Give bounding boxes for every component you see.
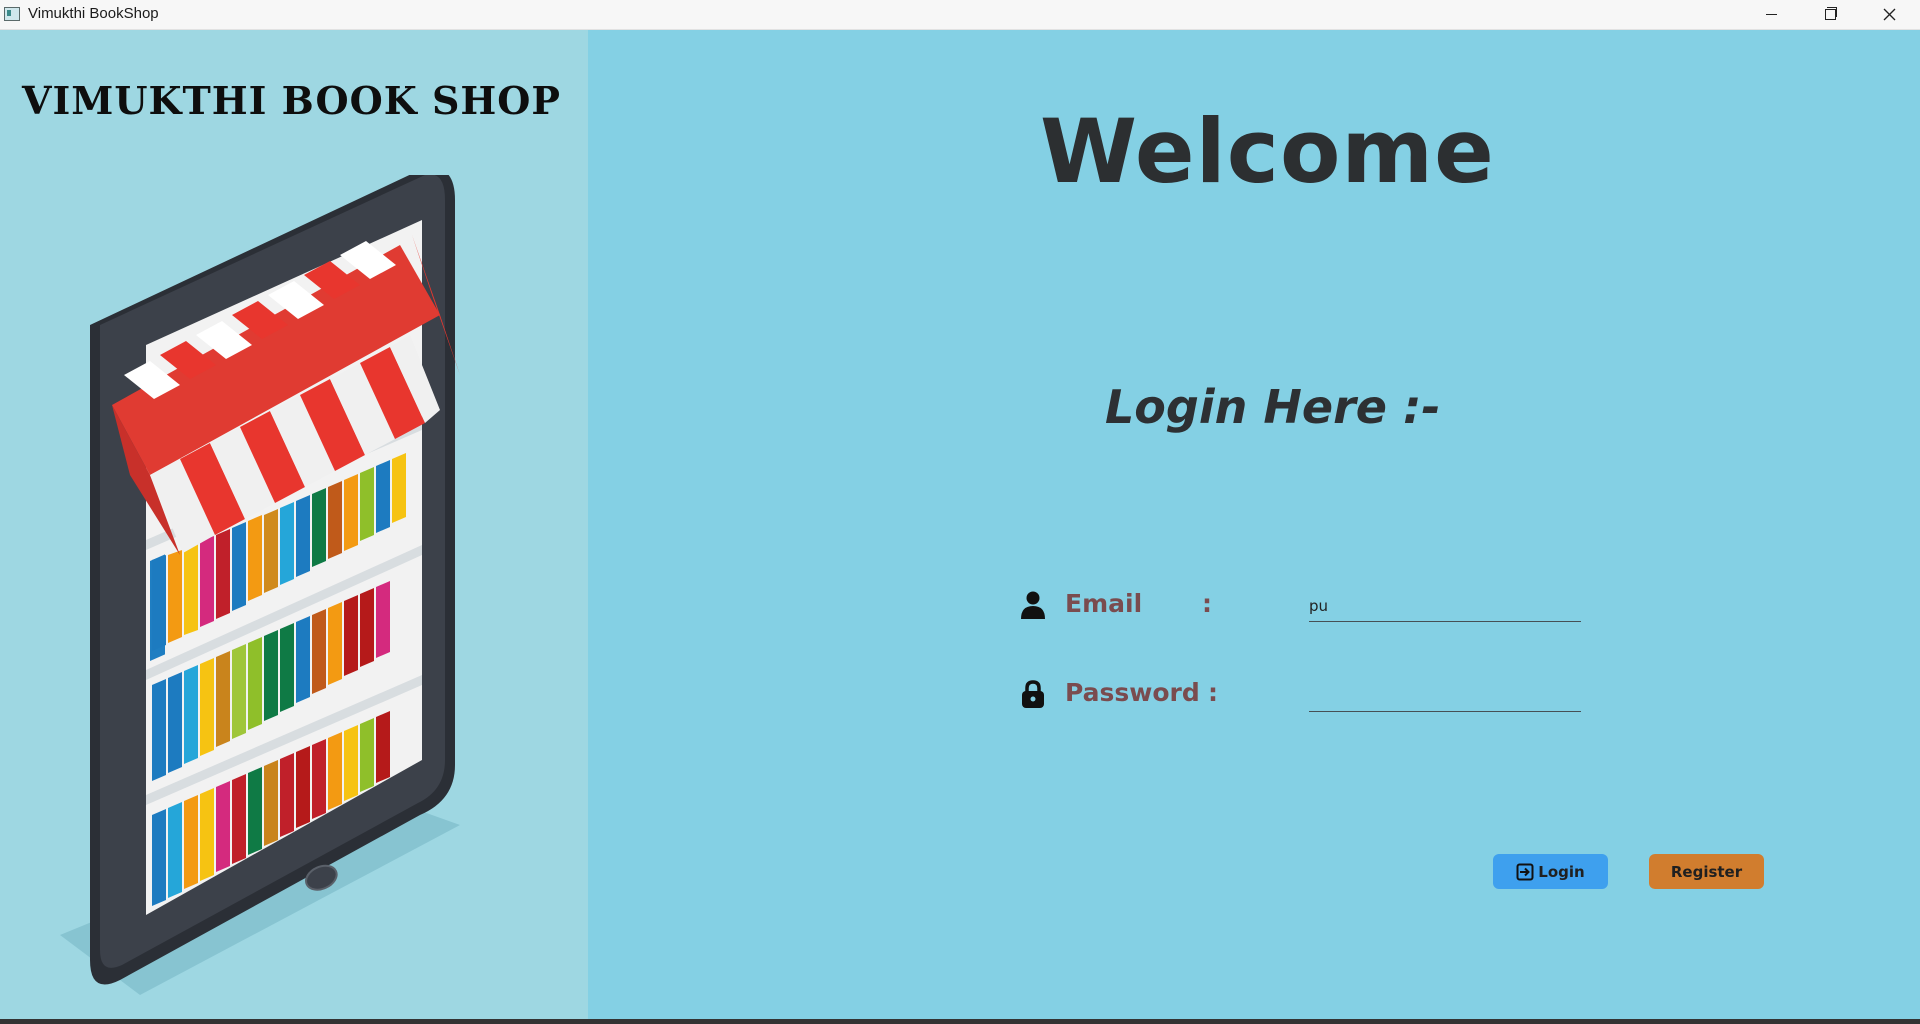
minimize-button[interactable]	[1742, 0, 1800, 29]
email-field[interactable]	[1309, 591, 1581, 622]
password-colon: :	[1208, 678, 1218, 707]
email-colon: :	[1202, 589, 1212, 618]
title-bar: Vimukthi BookShop	[0, 0, 1920, 30]
login-button-label: Login	[1538, 862, 1585, 881]
welcome-heading: Welcome	[1040, 100, 1495, 203]
restore-icon-front	[1825, 9, 1836, 20]
window-bottom-border	[0, 1019, 1920, 1024]
email-label: Email	[1065, 589, 1143, 618]
shop-name: VIMUKTHI BOOK SHOP	[22, 78, 561, 123]
minimize-icon	[1766, 14, 1777, 15]
register-button-label: Register	[1670, 862, 1743, 881]
restore-button[interactable]	[1801, 0, 1859, 29]
login-icon	[1516, 863, 1534, 880]
close-icon	[1883, 8, 1896, 21]
user-icon	[1021, 591, 1045, 619]
bookshop-tablet-illustration	[60, 175, 460, 995]
password-field[interactable]	[1309, 681, 1581, 712]
login-heading: Login Here :-	[1105, 380, 1441, 434]
register-button[interactable]: Register	[1649, 854, 1764, 889]
app-icon	[4, 7, 20, 21]
close-button[interactable]	[1860, 0, 1918, 29]
password-label: Password	[1065, 678, 1200, 707]
lock-icon	[1022, 680, 1044, 708]
login-button[interactable]: Login	[1493, 854, 1608, 889]
window-title: Vimukthi BookShop	[28, 5, 159, 22]
